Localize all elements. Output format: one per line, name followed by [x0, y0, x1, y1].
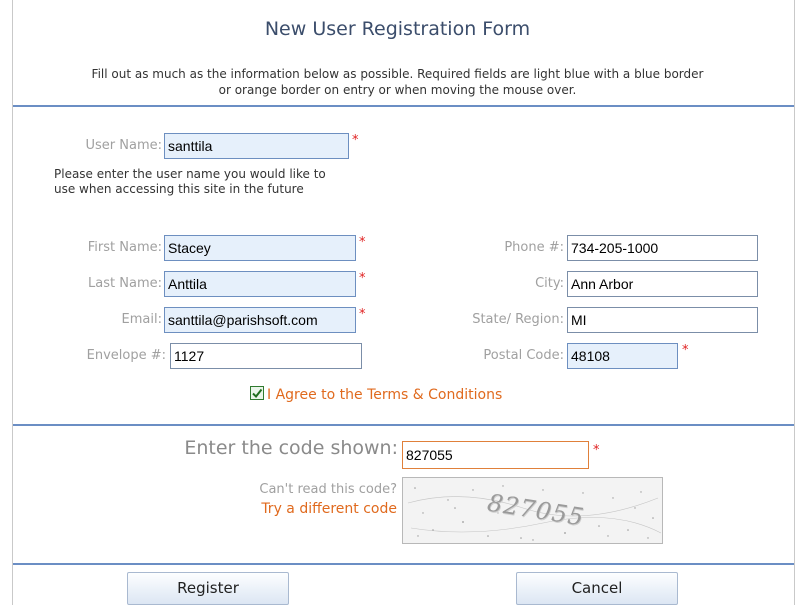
- postal-code-required-star: *: [682, 343, 689, 358]
- first-name-input[interactable]: [164, 235, 356, 261]
- cancel-button[interactable]: Cancel: [516, 572, 678, 605]
- postal-code-input[interactable]: [567, 343, 678, 369]
- terms-label[interactable]: I Agree to the Terms & Conditions: [267, 387, 502, 403]
- first-name-required-star: *: [359, 235, 366, 250]
- checkmark-icon: [252, 388, 263, 399]
- phone-label: Phone #:: [504, 240, 564, 255]
- state-input[interactable]: [567, 307, 758, 333]
- instructions-line-2: or orange border on entry or when moving…: [218, 83, 577, 97]
- state-label: State/ Region:: [472, 312, 564, 327]
- phone-input[interactable]: [567, 235, 758, 261]
- envelope-label: Envelope #:: [86, 348, 166, 363]
- try-different-code-link[interactable]: Try a different code: [160, 501, 397, 517]
- last-name-required-star: *: [359, 271, 366, 286]
- username-help-text: Please enter the user name you would lik…: [54, 167, 326, 196]
- captcha-label: Enter the code shown:: [184, 437, 398, 459]
- captcha-input[interactable]: [402, 441, 589, 469]
- username-label: User Name:: [85, 138, 163, 153]
- last-name-label: Last Name:: [88, 276, 162, 291]
- email-label: Email:: [121, 312, 162, 327]
- city-input[interactable]: [567, 271, 758, 297]
- postal-code-label: Postal Code:: [483, 348, 564, 363]
- terms-checkbox[interactable]: [250, 386, 264, 400]
- form-instructions: Fill out as much as the information belo…: [0, 66, 795, 98]
- email-required-star: *: [359, 307, 366, 322]
- register-button[interactable]: Register: [127, 572, 289, 605]
- username-input[interactable]: [164, 133, 349, 159]
- divider-top: [13, 105, 794, 107]
- last-name-input[interactable]: [164, 271, 356, 297]
- first-name-label: First Name:: [87, 240, 162, 255]
- instructions-line-1: Fill out as much as the information belo…: [91, 67, 704, 81]
- divider-bottom: [13, 563, 794, 565]
- email-input[interactable]: [164, 307, 356, 333]
- envelope-input[interactable]: [170, 343, 362, 369]
- captcha-required-star: *: [593, 443, 600, 458]
- divider-middle: [13, 424, 794, 426]
- terms-agreement[interactable]: I Agree to the Terms & Conditions: [250, 386, 502, 403]
- username-required-star: *: [352, 133, 359, 148]
- cant-read-code-text: Can't read this code?: [259, 482, 397, 497]
- form-title: New User Registration Form: [264, 18, 531, 40]
- captcha-image: 827055: [402, 477, 663, 544]
- city-label: City:: [535, 276, 564, 291]
